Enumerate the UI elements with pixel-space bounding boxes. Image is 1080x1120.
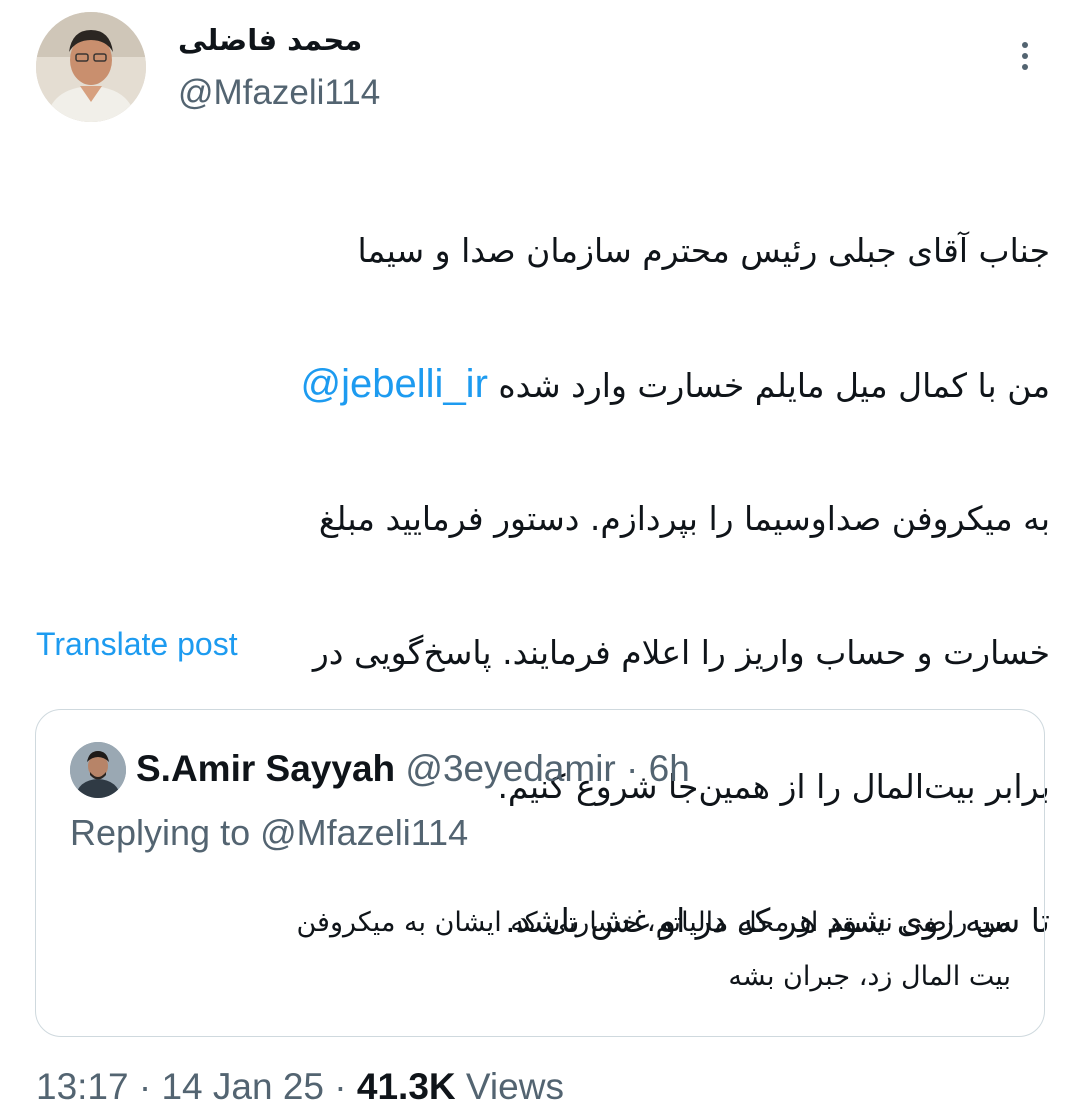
author-handle[interactable]: @Mfazeli114 bbox=[178, 72, 380, 114]
person-photo-avatar-icon bbox=[36, 12, 146, 122]
tweet-meta: 13:17 · 14 Jan 25 · 41.3K Views bbox=[36, 1064, 564, 1110]
quoted-display-name[interactable]: S.Amir Sayyah bbox=[136, 748, 395, 789]
quoted-tweet-card[interactable]: S.Amir Sayyah @3eyedamir · 6h Replying t… bbox=[35, 709, 1045, 1037]
replying-to-label: Replying to bbox=[70, 812, 251, 853]
quoted-timestamp[interactable]: 6h bbox=[649, 748, 690, 789]
replying-to: Replying to @Mfazeli114 bbox=[70, 810, 468, 856]
quoted-text: من راضی نیستم از محل مالیاتم، خسارتی که … bbox=[76, 896, 1012, 1004]
quoted-header: S.Amir Sayyah @3eyedamir · 6h bbox=[136, 746, 690, 792]
quoted-handle[interactable]: @3eyedamir bbox=[405, 748, 615, 789]
views-count: 41.3K bbox=[356, 1066, 456, 1107]
separator-dot: · bbox=[138, 1066, 152, 1107]
separator-dot: · bbox=[626, 748, 639, 789]
quoted-text-line: بیت المال زد، جبران بشه bbox=[728, 961, 1011, 992]
tweet-line-with-mention: من با کمال میل مایلم خسارت وارد شده @jeb… bbox=[30, 351, 1050, 418]
tweet-line: جناب آقای جبلی رئیس محترم سازمان صدا و س… bbox=[357, 231, 1050, 270]
more-options-button[interactable] bbox=[1010, 38, 1040, 78]
quoted-author-avatar[interactable] bbox=[70, 742, 126, 798]
author-avatar[interactable] bbox=[36, 12, 146, 122]
person-photo-avatar-icon bbox=[70, 742, 126, 798]
tweet-line-text: من با کمال میل مایلم خسارت وارد شده bbox=[498, 366, 1050, 405]
translate-post-link[interactable]: Translate post bbox=[36, 624, 238, 664]
author-display-name[interactable]: محمد فاضلی bbox=[178, 22, 378, 58]
mention-link[interactable]: @jebelli_ir bbox=[301, 362, 488, 406]
separator-dot: · bbox=[334, 1066, 347, 1107]
quoted-text-line: من راضی نیستم از محل مالیاتم، خسارتی که … bbox=[296, 907, 1012, 938]
views-label: Views bbox=[465, 1066, 564, 1107]
tweet-line: به میکروفن صداوسیما را بپردازم. دستور فر… bbox=[318, 499, 1050, 538]
more-vertical-icon bbox=[1010, 42, 1040, 70]
replying-to-handle[interactable]: @Mfazeli114 bbox=[260, 812, 468, 853]
post-time[interactable]: 13:17 bbox=[36, 1066, 129, 1107]
post-date[interactable]: 14 Jan 25 bbox=[161, 1066, 324, 1107]
